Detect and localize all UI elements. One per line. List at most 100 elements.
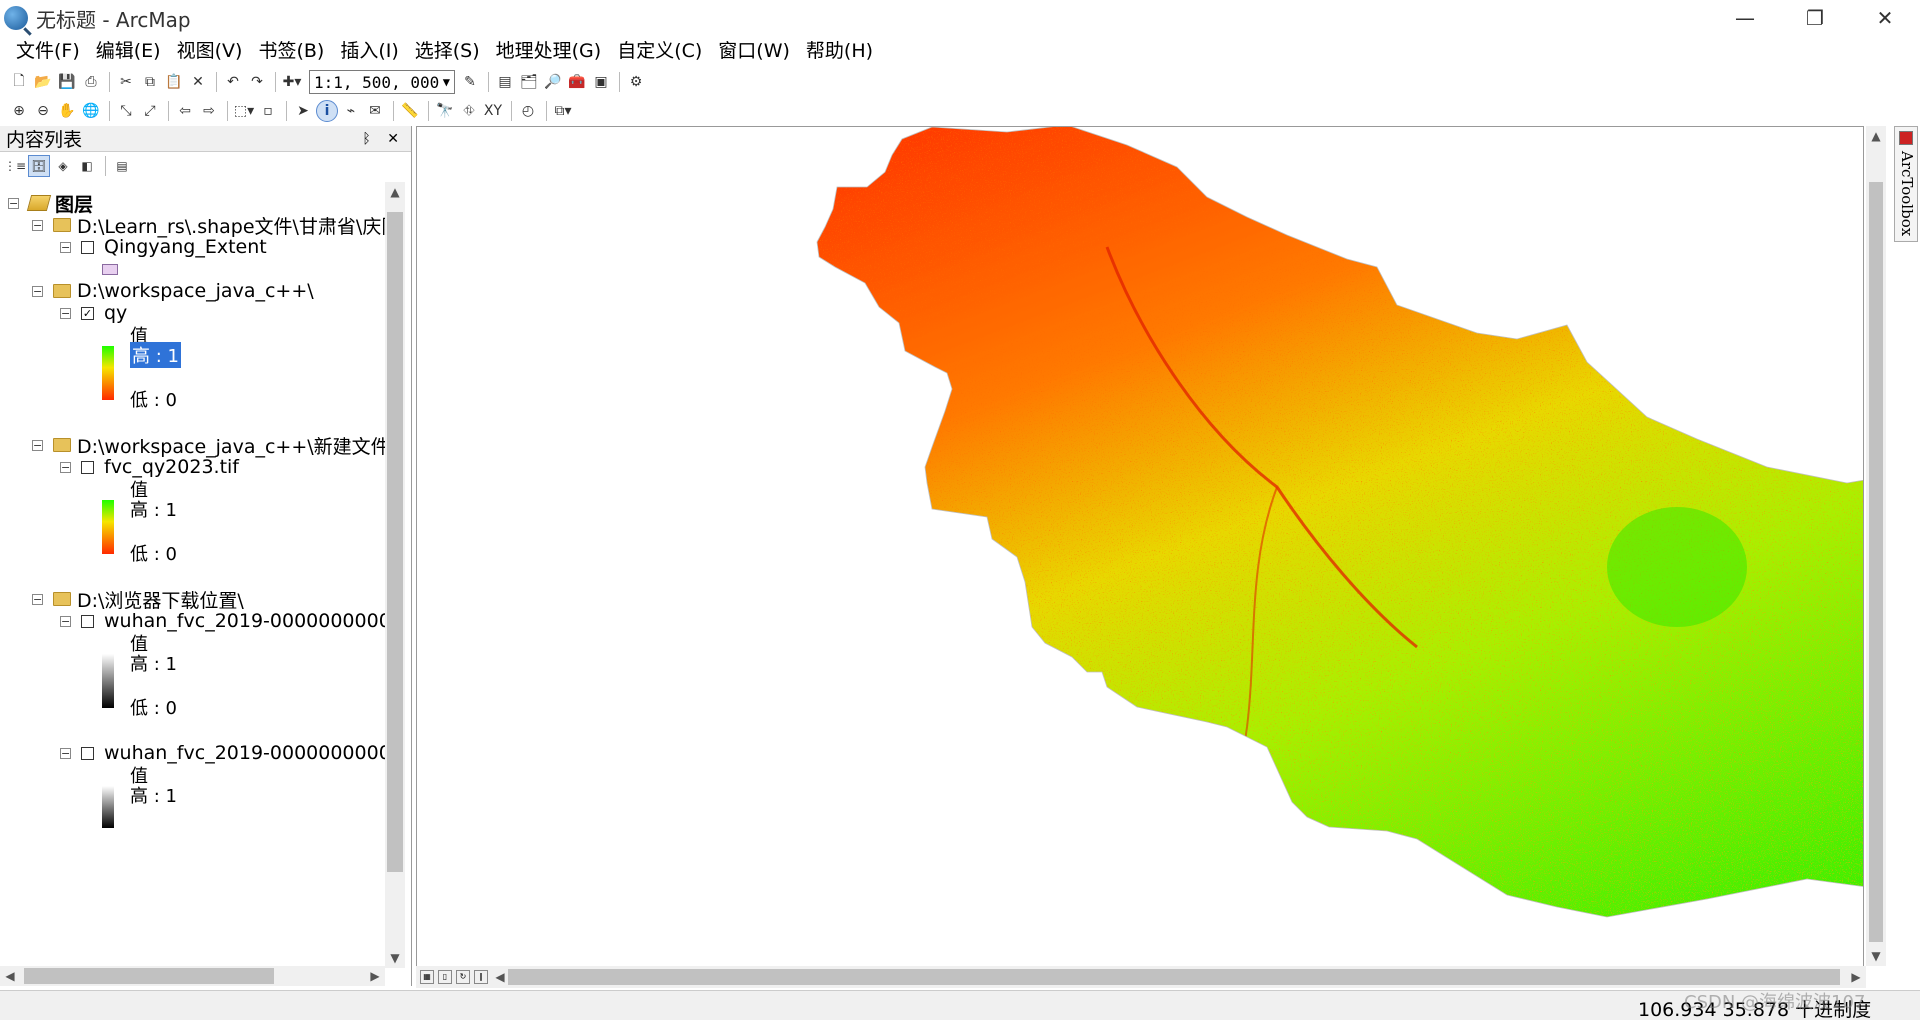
layer-item[interactable]: − Qingyang_Extent	[60, 234, 267, 260]
layer-visibility-checkbox[interactable]	[81, 614, 94, 628]
collapse-icon[interactable]: −	[60, 307, 71, 319]
layout-view-icon[interactable]: ▯	[438, 970, 452, 984]
select-features-icon[interactable]: ⬚▾	[233, 100, 255, 122]
collapse-icon[interactable]: −	[32, 439, 43, 451]
close-button[interactable]: ✕	[1850, 0, 1920, 36]
undo-icon[interactable]: ↶	[222, 71, 244, 93]
layer-visibility-checkbox[interactable]	[81, 746, 94, 760]
cut-icon[interactable]: ✂	[115, 71, 137, 93]
map-vertical-scrollbar[interactable]: ▲ ▼	[1866, 126, 1886, 966]
create-viewer-window-icon[interactable]: ⧉▾	[552, 100, 574, 122]
scroll-up-icon[interactable]: ▲	[1866, 126, 1886, 146]
collapse-icon[interactable]: −	[60, 461, 71, 473]
scroll-down-icon[interactable]: ▼	[385, 948, 405, 968]
menu-bookmarks[interactable]: 书签(B)	[250, 36, 332, 66]
identify-icon[interactable]: i	[316, 100, 338, 122]
collapse-icon[interactable]: −	[32, 285, 43, 297]
pause-drawing-icon[interactable]: ∥	[474, 970, 488, 984]
save-icon[interactable]: 💾	[56, 71, 78, 93]
layer-item[interactable]: − ✓ qy	[60, 300, 127, 326]
add-data-icon[interactable]: ✚▾	[281, 71, 303, 93]
map-horizontal-scrollbar[interactable]: ▦ ▯ ↻ ∥ ◀ ▶	[416, 966, 1866, 988]
pan-icon[interactable]: ✋	[56, 100, 78, 122]
full-extent-icon[interactable]: 🌐	[80, 100, 102, 122]
forward-extent-icon[interactable]: ⇨	[198, 100, 220, 122]
color-ramp-black-white[interactable]	[102, 654, 114, 708]
menu-customize[interactable]: 自定义(C)	[609, 36, 710, 66]
scroll-down-icon[interactable]: ▼	[1866, 946, 1886, 966]
legend-high-label[interactable]: 高 : 1	[130, 342, 181, 368]
scrollbar-thumb[interactable]	[508, 969, 1840, 985]
layer-item[interactable]: − fvc_qy2023.tif	[60, 454, 239, 480]
toc-vertical-scrollbar[interactable]: ▲ ▼	[385, 182, 405, 968]
list-by-visibility-icon[interactable]: ◈	[52, 155, 74, 177]
restore-button[interactable]: ❐	[1780, 0, 1850, 36]
collapse-icon[interactable]: −	[32, 593, 43, 605]
menu-selection[interactable]: 选择(S)	[407, 36, 488, 66]
catalog-window-icon[interactable]: 🗂	[518, 71, 540, 93]
python-window-icon[interactable]: ▣	[590, 71, 612, 93]
collapse-icon[interactable]: −	[60, 241, 71, 253]
layer-visibility-checkbox[interactable]	[81, 460, 94, 474]
menu-help[interactable]: 帮助(H)	[798, 36, 881, 66]
table-of-contents-icon[interactable]: ▤	[494, 71, 516, 93]
back-extent-icon[interactable]: ⇦	[174, 100, 196, 122]
collapse-icon[interactable]: −	[32, 219, 43, 231]
scroll-right-icon[interactable]: ▶	[1846, 966, 1866, 988]
scroll-up-icon[interactable]: ▲	[385, 182, 405, 202]
zoom-in-icon[interactable]: ⊕	[8, 100, 30, 122]
menu-insert[interactable]: 插入(I)	[332, 36, 406, 66]
arctoolbox-tab[interactable]: ArcToolbox	[1894, 126, 1918, 242]
arctoolbox-icon[interactable]: 🧰	[566, 71, 588, 93]
list-by-drawing-order-icon[interactable]: ⋮≡	[4, 155, 26, 177]
redo-icon[interactable]: ↷	[246, 71, 268, 93]
toc-horizontal-scrollbar[interactable]: ◀ ▶	[0, 966, 385, 986]
go-to-xy-icon[interactable]: XY	[482, 100, 504, 122]
editor-toolbar-icon[interactable]: ✎	[459, 71, 481, 93]
collapse-icon[interactable]: −	[60, 747, 71, 759]
toc-pin-close-controls[interactable]: ᛒ ✕	[362, 131, 405, 147]
menu-edit[interactable]: 编辑(E)	[88, 36, 169, 66]
list-by-source-icon[interactable]: 🗄	[28, 155, 50, 177]
open-folder-icon[interactable]: 📂	[32, 71, 54, 93]
paste-icon[interactable]: 📋	[163, 71, 185, 93]
clear-selection-icon[interactable]: ▫	[257, 100, 279, 122]
layer-visibility-checkbox[interactable]: ✓	[81, 306, 94, 320]
time-slider-icon[interactable]: ◴	[517, 100, 539, 122]
print-icon[interactable]: ⎙	[80, 71, 102, 93]
toc-options-icon[interactable]: ▤	[111, 155, 133, 177]
menu-windows[interactable]: 窗口(W)	[710, 36, 798, 66]
new-document-icon[interactable]: 🗋	[8, 71, 30, 93]
model-builder-icon[interactable]: ⚙	[625, 71, 647, 93]
delete-icon[interactable]: ✕	[187, 71, 209, 93]
fixed-zoom-in-icon[interactable]: ⤡	[115, 100, 137, 122]
fvc-raster-map[interactable]	[417, 127, 1864, 968]
collapse-icon[interactable]: −	[60, 615, 71, 627]
scroll-left-icon[interactable]: ◀	[0, 966, 20, 986]
select-elements-icon[interactable]: ➤	[292, 100, 314, 122]
hyperlink-icon[interactable]: ✉	[364, 100, 386, 122]
layer-item[interactable]: − wuhan_fvc_2019-0000000000-0	[60, 740, 385, 766]
scrollbar-thumb[interactable]	[1869, 182, 1883, 942]
menu-file[interactable]: 文件(F)	[8, 36, 88, 66]
list-by-selection-icon[interactable]: ◧	[76, 155, 98, 177]
layer-visibility-checkbox[interactable]	[81, 240, 94, 254]
zoom-out-icon[interactable]: ⊖	[32, 100, 54, 122]
color-ramp-black-white[interactable]	[102, 786, 114, 828]
map-scale-dropdown[interactable]: 1:1, 500, 000 ▼	[309, 70, 455, 94]
color-ramp-red-green[interactable]	[102, 346, 114, 400]
menu-view[interactable]: 视图(V)	[169, 36, 251, 66]
polygon-symbol-swatch[interactable]	[102, 264, 118, 275]
scrollbar-thumb[interactable]	[24, 968, 274, 984]
html-popup-icon[interactable]: ⌁	[340, 100, 362, 122]
layer-item[interactable]: − wuhan_fvc_2019-0000000000-0	[60, 608, 385, 634]
color-ramp-red-green[interactable]	[102, 500, 114, 554]
map-display[interactable]	[416, 126, 1864, 968]
scroll-right-icon[interactable]: ▶	[365, 966, 385, 986]
menu-geoprocessing[interactable]: 地理处理(G)	[488, 36, 610, 66]
copy-icon[interactable]: ⧉	[139, 71, 161, 93]
data-view-icon[interactable]: ▦	[420, 970, 434, 984]
measure-icon[interactable]: 📏	[399, 100, 421, 122]
scroll-left-icon[interactable]: ◀	[490, 966, 510, 988]
collapse-icon[interactable]: −	[8, 197, 19, 209]
